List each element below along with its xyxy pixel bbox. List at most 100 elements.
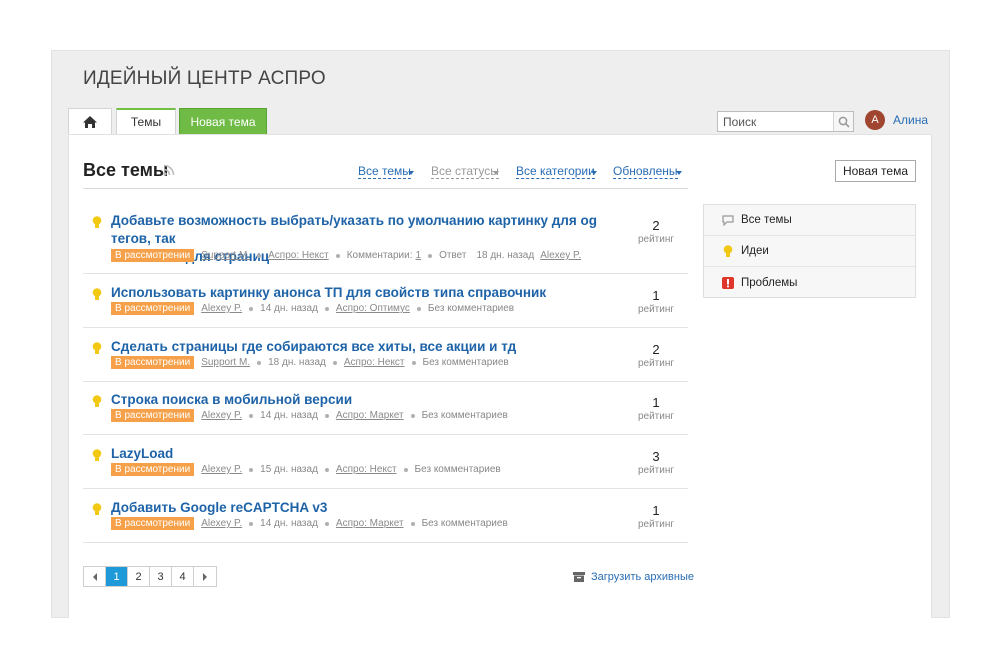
rating: 1 рейтинг [631,288,681,316]
topic-time: 14 дн. назад [260,518,318,529]
home-icon [83,115,97,128]
load-archive-link[interactable]: Загрузить архивные [573,571,694,583]
tab-home[interactable] [68,108,112,134]
chevron-down-icon [676,171,682,175]
lightbulb-icon [721,244,735,258]
separator-dot [257,360,262,365]
topic-meta: В рассмотрении Alexey P. 14 дн. назад Ас… [111,409,508,422]
lightbulb-icon [92,395,102,407]
topic-time: 14 дн. назад [260,303,318,314]
topic-title[interactable]: Добавить Google reCAPTCHA v3 [111,499,601,517]
separator-dot [416,306,421,311]
rating: 2 рейтинг [631,342,681,370]
filter-all-categories[interactable]: Все категории [516,165,595,179]
separator-dot [403,467,408,472]
separator-dot [332,360,337,365]
rating-value: 1 [652,395,660,410]
topic-row: Добавить Google reCAPTCHA v3 В рассмотре… [83,499,688,543]
sidebar-filter-box: Все темы Идеи Проблемы [703,204,916,298]
filter-all-topics[interactable]: Все темы [358,165,411,179]
status-badge: В рассмотрении [111,302,195,315]
topic-row: LazyLoad В рассмотрении Alexey P. 15 дн.… [83,445,688,489]
author-link[interactable]: Alexey P. [201,410,242,421]
tab-topics[interactable]: Темы [116,108,176,134]
separator-dot [249,467,254,472]
sidebar-item-all-topics[interactable]: Все темы [704,205,915,236]
sidebar-item-label: Все темы [741,214,792,226]
prev-page-button[interactable] [84,567,106,586]
topic-title[interactable]: LazyLoad [111,445,601,463]
chevron-down-icon [408,171,414,175]
search-button[interactable] [833,112,853,131]
category-link[interactable]: Аспро: Маркет [336,410,404,421]
reply-author-link[interactable]: Alexey P. [540,250,581,261]
lightbulb-icon [92,342,102,354]
separator-dot [249,413,254,418]
author-link[interactable]: Alexey P. [201,464,242,475]
rating: 2 рейтинг [631,218,681,246]
reply-label: Ответ [439,250,467,261]
rating-label: рейтинг [637,234,675,245]
speech-bubble-icon [721,214,735,226]
filter-all-statuses[interactable]: Все статусы [431,165,499,179]
topic-row: Использовать картинку анонса ТП для свой… [83,284,688,328]
lightbulb-icon [92,503,102,515]
rating-label: рейтинг [637,519,675,530]
author-link[interactable]: Alexey P. [201,303,242,314]
category-link[interactable]: Аспро: Маркет [336,518,404,529]
new-topic-button[interactable]: Новая тема [835,160,916,182]
topic-title[interactable]: Строка поиска в мобильной версии [111,391,601,409]
page-button-2[interactable]: 2 [128,567,150,586]
rating-value: 1 [652,288,660,303]
separator-dot [324,413,329,418]
topic-row: Сделать страницы где собираются все хиты… [83,338,688,382]
author-link[interactable]: Support M. [201,250,250,261]
user-name-link[interactable]: Алина [893,113,928,127]
rating-label: рейтинг [637,358,675,369]
separator-dot [324,467,329,472]
category-link[interactable]: Аспро: Некст [268,250,329,261]
topic-time: 18 дн. назад [476,250,535,261]
next-page-button[interactable] [194,567,216,586]
comments-label: Без комментариев [414,464,501,475]
separator-dot [410,521,415,526]
sidebar-item-label: Идеи [741,245,769,257]
topic-row: Строка поиска в мобильной версии В рассм… [83,391,688,435]
separator-dot [410,413,415,418]
rating: 1 рейтинг [631,395,681,423]
page-button-1[interactable]: 1 [106,567,128,586]
chevron-down-icon [493,171,499,175]
lightbulb-icon [92,288,102,300]
topic-meta: В рассмотрении Support M. Аспро: Некст К… [111,249,581,262]
arrow-left-icon [92,572,97,581]
search-icon [838,116,850,128]
topic-title[interactable]: Сделать страницы где собираются все хиты… [111,338,601,356]
arrow-right-icon [203,572,207,581]
comments-count-link[interactable]: 1 [416,250,422,261]
author-link[interactable]: Support M. [201,357,250,368]
page-button-3[interactable]: 3 [150,567,172,586]
rss-icon[interactable] [163,164,175,176]
status-badge: В рассмотрении [111,249,195,262]
topic-title[interactable]: Использовать картинку анонса ТП для свой… [111,284,601,302]
separator-dot [428,253,433,258]
topic-time: 14 дн. назад [260,410,318,421]
filter-updated[interactable]: Обновлены [613,165,678,179]
search-input[interactable] [718,112,833,131]
pagination: 1 2 3 4 [83,566,217,587]
avatar[interactable]: A [865,110,885,130]
separator-dot [324,521,329,526]
separator-dot [335,253,340,258]
category-link[interactable]: Аспро: Оптимус [336,303,410,314]
rating-label: рейтинг [637,411,675,422]
rating-value: 2 [652,342,660,357]
sidebar-item-problems[interactable]: Проблемы [704,267,915,298]
tab-new-topic[interactable]: Новая тема [179,108,267,134]
category-link[interactable]: Аспро: Некст [344,357,405,368]
page-button-4[interactable]: 4 [172,567,194,586]
separator-dot [249,306,254,311]
category-link[interactable]: Аспро: Некст [336,464,397,475]
author-link[interactable]: Alexey P. [201,518,242,529]
topic-time: 18 дн. назад [268,357,326,368]
sidebar-item-ideas[interactable]: Идеи [704,236,915,267]
